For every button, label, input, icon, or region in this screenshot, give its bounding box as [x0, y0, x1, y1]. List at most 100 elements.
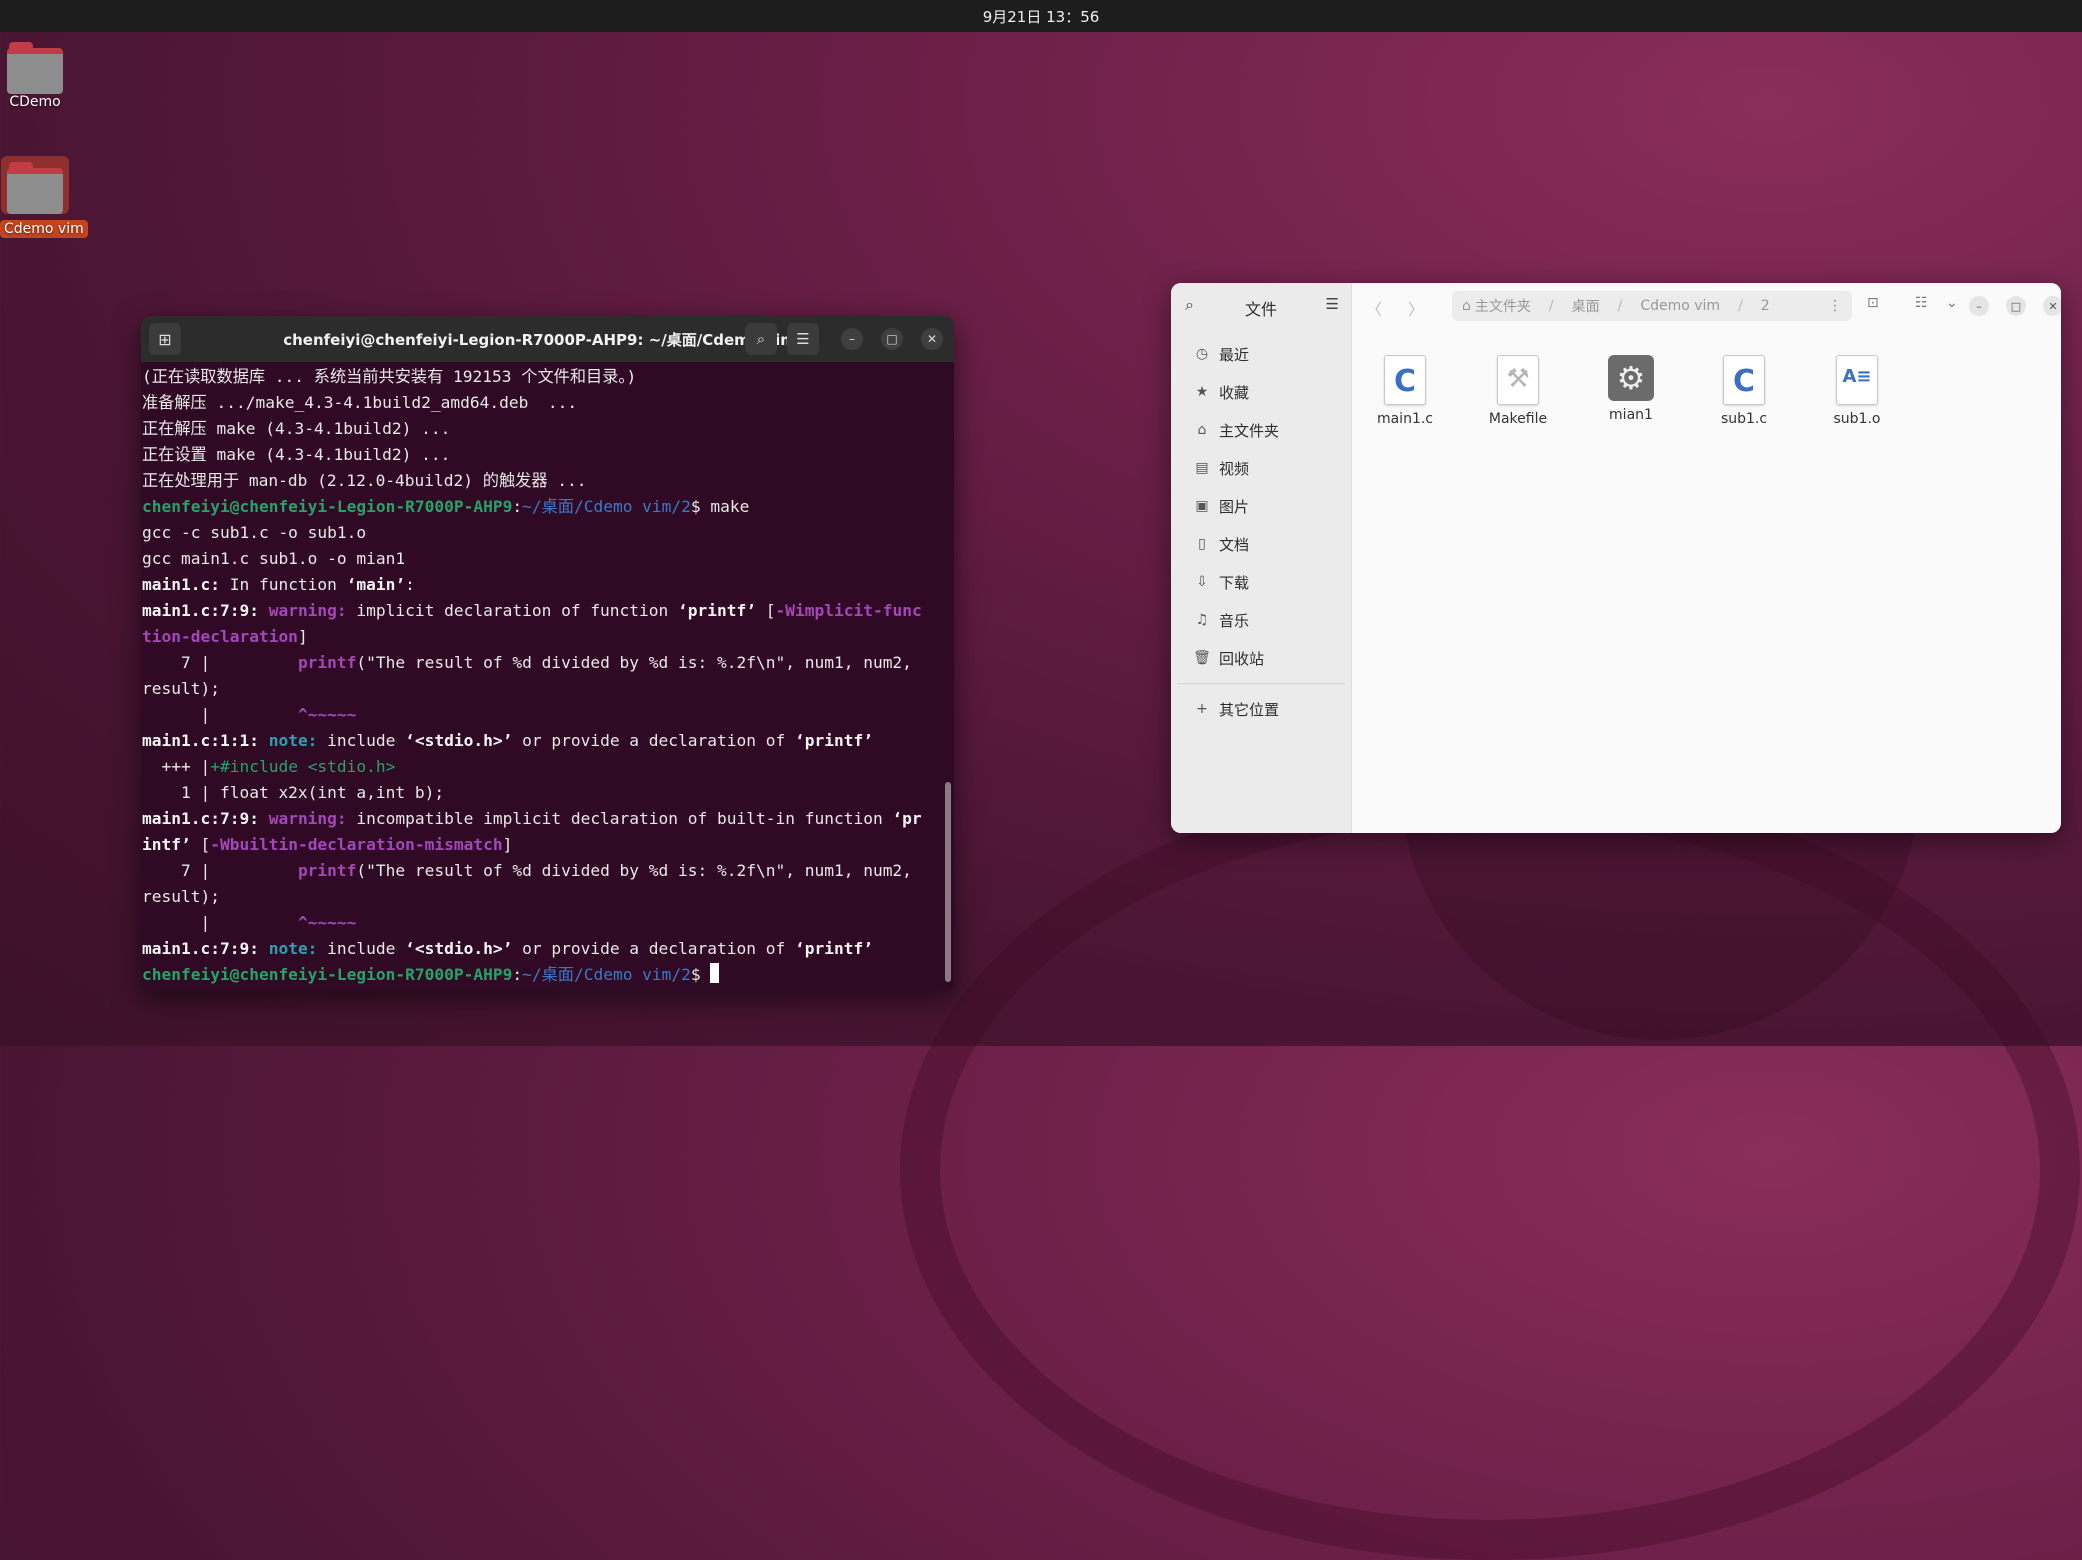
terminal-line: 1 | float x2x(int a,int b);: [142, 783, 445, 802]
chevron-down-icon[interactable]: ⌄: [1946, 295, 1958, 311]
sidebar-item-starred[interactable]: ★ 收藏: [1171, 373, 1351, 411]
folder-icon: [1, 156, 69, 214]
sidebar-item-videos[interactable]: ▤ 视频: [1171, 449, 1351, 487]
terminal-line: 7 | printf("The result of %d divided by …: [142, 861, 912, 880]
file-item[interactable]: A≡ sub1.o: [1807, 355, 1907, 427]
download-icon: ⇩: [1196, 574, 1208, 590]
terminal-line: result);: [142, 679, 220, 698]
c-file-icon: C: [1723, 355, 1765, 405]
file-name: sub1.o: [1833, 411, 1881, 427]
c-file-icon: C: [1384, 355, 1426, 405]
wallpaper-shape: [900, 780, 2080, 1560]
sidebar-title: 文件: [1244, 300, 1277, 319]
breadcrumb-cdemo-vim[interactable]: Cdemo vim: [1640, 298, 1720, 314]
sidebar-divider: [1177, 683, 1345, 684]
file-name: sub1.c: [1720, 411, 1768, 427]
sidebar-item-trash[interactable]: 🗑 回收站: [1171, 639, 1351, 677]
sidebar-header: ⌕ 文件 ☰: [1171, 283, 1351, 329]
terminal-prompt-line[interactable]: chenfeiyi@chenfeiyi-Legion-R7000P-AHP9:~…: [142, 962, 942, 988]
terminal-line: 正在设置 make (4.3-4.1build2) ...: [142, 445, 451, 464]
file-item[interactable]: C main1.c: [1355, 355, 1455, 427]
hamburger-menu-icon[interactable]: ☰: [1326, 295, 1339, 313]
terminal-line: 正在处理用于 man-db (2.12.0-4build2) 的触发器 ...: [142, 471, 587, 490]
terminal-line: main1.c:7:9: note: include ‘<stdio.h>’ o…: [142, 939, 873, 958]
file-manager-window[interactable]: ⌕ 文件 ☰ ◷ 最近 ★ 收藏 ⌂ 主文件夹 ▤ 视频 ▣ 图片 ▯ 文档 ⇩ 下载 ♫ 音乐…: [1171, 283, 2061, 833]
file-item[interactable]: C sub1.c: [1694, 355, 1794, 427]
clock[interactable]: 9月21日 13：56: [983, 6, 1100, 27]
terminal-line: | ^~~~~~: [142, 913, 357, 932]
terminal-line: tion-declaration]: [142, 627, 308, 646]
breadcrumb-desktop[interactable]: 桌面: [1572, 296, 1600, 316]
desktop-icon-label: Cdemo vim: [0, 220, 88, 238]
breadcrumb-home[interactable]: 主文件夹: [1475, 296, 1531, 316]
sidebar-item-pictures[interactable]: ▣ 图片: [1171, 487, 1351, 525]
new-folder-icon[interactable]: ⊡: [1867, 295, 1879, 311]
terminal-output[interactable]: (正在读取数据库 ... 系统当前共安装有 192153 个文件和目录。) 准备解…: [141, 362, 942, 991]
prompt-path: ~/桌面/Cdemo vim/2: [522, 497, 691, 516]
terminal-line: result);: [142, 887, 220, 906]
file-name: Makefile: [1488, 411, 1548, 427]
clock-icon: ◷: [1195, 346, 1209, 362]
close-icon[interactable]: ✕: [2043, 296, 2061, 316]
home-icon: ⌂: [1197, 422, 1207, 438]
sidebar: ⌕ 文件 ☰ ◷ 最近 ★ 收藏 ⌂ 主文件夹 ▤ 视频 ▣ 图片 ▯ 文档 ⇩ 下载 ♫ 音乐…: [1171, 283, 1352, 833]
plus-icon: +: [1196, 701, 1208, 717]
terminal-line: 7 | printf("The result of %d divided by …: [142, 653, 912, 672]
home-icon: ⌂: [1462, 298, 1471, 314]
files-headerbar: 〈 〉 ⌂ 主文件夹 / 桌面 / Cdemo vim / 2 ⋮ ⊡ ☷ ⌄ …: [1352, 283, 2061, 329]
hamburger-menu-icon[interactable]: ☰: [787, 323, 819, 355]
video-icon: ▤: [1195, 460, 1209, 476]
desktop-folder-cdemo-vim[interactable]: Cdemo vim: [0, 156, 88, 238]
file-item[interactable]: ⚒ Makefile: [1468, 355, 1568, 427]
terminal-titlebar[interactable]: ⊞ chenfeiyi@chenfeiyi-Legion-R7000P-AHP9…: [141, 316, 954, 362]
close-icon[interactable]: ✕: [921, 328, 943, 350]
makefile-icon: ⚒: [1497, 355, 1539, 405]
breadcrumb-2[interactable]: 2: [1761, 298, 1770, 314]
terminal-line: main1.c:1:1: note: include ‘<stdio.h>’ o…: [142, 731, 873, 750]
desktop-icon-label: CDemo: [9, 94, 61, 110]
terminal-line: main1.c:7:9: warning: implicit declarati…: [142, 601, 922, 620]
executable-gear-icon: ⚙: [1608, 355, 1654, 401]
trash-icon: 🗑: [1193, 650, 1211, 666]
object-file-icon: A≡: [1836, 355, 1878, 405]
music-icon: ♫: [1195, 612, 1209, 628]
breadcrumb: ⌂ 主文件夹 / 桌面 / Cdemo vim / 2 ⋮: [1452, 291, 1852, 321]
star-icon: ★: [1195, 384, 1209, 400]
maximize-icon[interactable]: □: [881, 328, 903, 350]
more-options-icon[interactable]: ⋮: [1828, 298, 1842, 314]
forward-icon[interactable]: 〉: [1408, 296, 1424, 320]
sidebar-item-documents[interactable]: ▯ 文档: [1171, 525, 1351, 563]
terminal-line: | ^~~~~~: [142, 705, 357, 724]
prompt-user: chenfeiyi@chenfeiyi-Legion-R7000P-AHP9: [142, 497, 513, 516]
back-icon[interactable]: 〈: [1366, 296, 1382, 320]
minimize-icon[interactable]: –: [1969, 296, 1989, 316]
terminal-window[interactable]: ⊞ chenfeiyi@chenfeiyi-Legion-R7000P-AHP9…: [141, 316, 954, 991]
folder-icon: [7, 42, 63, 94]
image-icon: ▣: [1195, 498, 1209, 514]
sidebar-item-downloads[interactable]: ⇩ 下载: [1171, 563, 1351, 601]
maximize-icon[interactable]: □: [2006, 296, 2026, 316]
terminal-line: 正在解压 make (4.3-4.1build2) ...: [142, 419, 451, 438]
list-view-icon[interactable]: ☷: [1915, 295, 1928, 311]
terminal-title: chenfeiyi@chenfeiyi-Legion-R7000P-AHP9: …: [283, 330, 812, 349]
search-icon[interactable]: ⌕: [745, 323, 777, 355]
scrollbar-thumb[interactable]: [945, 782, 951, 982]
terminal-scrollbar[interactable]: [943, 362, 951, 991]
terminal-line: +++ |+#include <stdio.h>: [142, 757, 396, 776]
terminal-line: intf’ [-Wbuiltin-declaration-mismatch]: [142, 835, 513, 854]
minimize-icon[interactable]: –: [841, 328, 863, 350]
command: make: [710, 497, 750, 516]
sidebar-item-other-locations[interactable]: + 其它位置: [1171, 690, 1351, 728]
desktop-folder-cdemo[interactable]: CDemo: [0, 42, 70, 110]
terminal-line: main1.c: In function ‘main’:: [142, 575, 415, 594]
file-name: mian1: [1609, 407, 1653, 423]
terminal-line: gcc -c sub1.c -o sub1.o: [142, 523, 367, 542]
sidebar-item-home[interactable]: ⌂ 主文件夹: [1171, 411, 1351, 449]
sidebar-item-recent[interactable]: ◷ 最近: [1171, 335, 1351, 373]
terminal-line: chenfeiyi@chenfeiyi-Legion-R7000P-AHP9:~…: [142, 497, 750, 516]
file-name: main1.c: [1376, 411, 1434, 427]
file-item[interactable]: ⚙ mian1: [1581, 355, 1681, 423]
terminal-line: (正在读取数据库 ... 系统当前共安装有 192153 个文件和目录。): [142, 367, 637, 386]
terminal-line: main1.c:7:9: warning: incompatible impli…: [142, 809, 922, 828]
sidebar-item-music[interactable]: ♫ 音乐: [1171, 601, 1351, 639]
